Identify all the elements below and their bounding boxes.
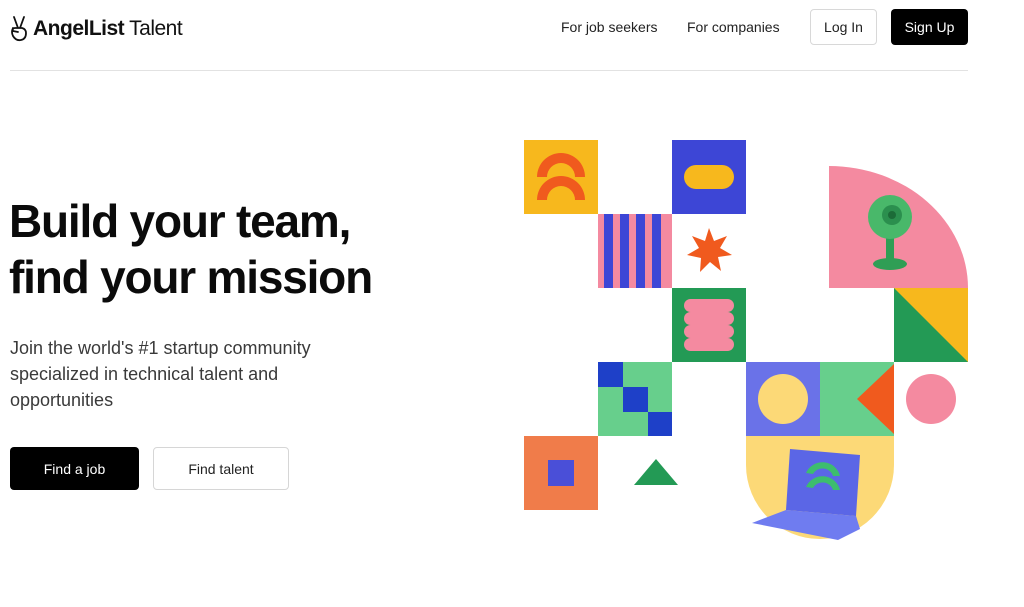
site-header: AngelList Talent For job seekers For com…	[0, 0, 1024, 71]
brand-logo[interactable]: AngelList Talent	[9, 16, 183, 42]
nav-job-seekers-link[interactable]: For job seekers	[561, 19, 657, 35]
header-divider	[10, 70, 968, 71]
hero-title-line-1: Build your team,	[9, 195, 351, 247]
stripes-tile	[598, 214, 672, 288]
hero-title-line-2: find your mission	[9, 251, 373, 303]
brand-name-bold: AngelList	[33, 17, 125, 40]
triangle-split-tile	[894, 288, 968, 362]
wavy-tile	[672, 288, 746, 362]
nav-companies-link[interactable]: For companies	[687, 19, 780, 35]
signup-button[interactable]: Sign Up	[891, 9, 968, 45]
hero-subtitle: Join the world's #1 startup community sp…	[10, 338, 311, 410]
pink-circle	[906, 374, 956, 424]
brand-name: AngelList Talent	[33, 17, 183, 41]
victory-hand-icon	[11, 16, 27, 42]
splat-shape	[687, 228, 732, 272]
find-talent-button[interactable]: Find talent	[153, 447, 289, 490]
green-triangle	[634, 459, 678, 485]
find-job-button[interactable]: Find a job	[10, 447, 139, 490]
hero-title: Build your team, find your mission	[9, 193, 373, 305]
arch-tile	[524, 140, 598, 214]
brand-name-regular: Talent	[129, 17, 183, 40]
hero-illustration	[524, 140, 968, 540]
circle-tile	[746, 362, 820, 436]
square-in-square-tile	[524, 436, 598, 510]
pill-tile	[672, 140, 746, 214]
checker-tile	[598, 362, 672, 436]
arrow-tile	[820, 362, 894, 436]
login-button[interactable]: Log In	[810, 9, 877, 45]
